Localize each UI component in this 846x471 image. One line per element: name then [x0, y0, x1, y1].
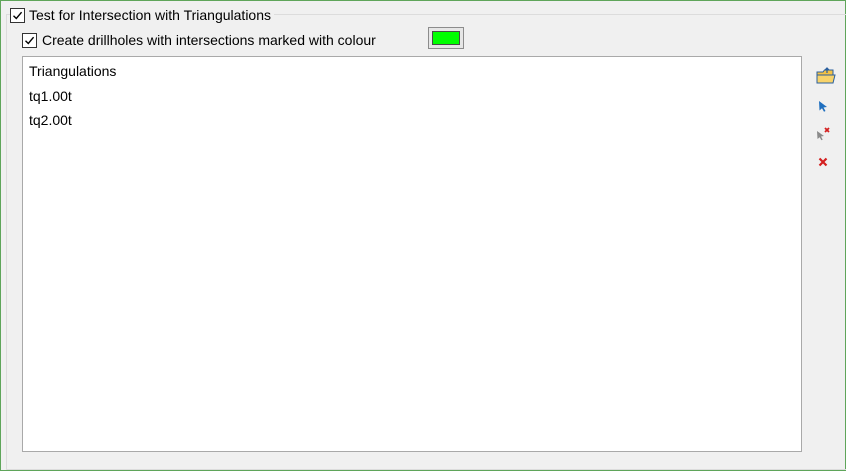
- list-header: Triangulations: [29, 63, 117, 79]
- open-folder-button[interactable]: [815, 65, 837, 87]
- triangulations-list[interactable]: Triangulations tq1.00t tq2.00t: [22, 56, 802, 452]
- select-arrow-icon: [819, 101, 827, 112]
- colour-picker-button[interactable]: [428, 27, 464, 49]
- unselect-button[interactable]: [812, 123, 834, 145]
- checkmark-icon: [25, 36, 35, 45]
- checkmark-icon: [13, 11, 23, 20]
- list-item[interactable]: tq1.00t: [29, 85, 72, 107]
- window-frame: Test for Intersection with Triangulation…: [0, 0, 846, 471]
- test-intersection-checkbox[interactable]: [10, 7, 25, 23]
- test-intersection-label: Test for Intersection with Triangulation…: [29, 7, 272, 23]
- select-button[interactable]: [812, 95, 834, 117]
- group-title-checkbox-row[interactable]: Test for Intersection with Triangulation…: [10, 5, 275, 25]
- create-drillholes-row[interactable]: Create drillholes with intersections mar…: [22, 30, 376, 50]
- unselect-arrow-icon: [817, 127, 830, 141]
- colour-swatch: [432, 31, 460, 45]
- create-drillholes-checkbox[interactable]: [22, 32, 37, 48]
- list-item[interactable]: tq2.00t: [29, 109, 72, 131]
- open-folder-icon: [816, 67, 836, 84]
- delete-button[interactable]: [812, 151, 834, 173]
- create-drillholes-label: Create drillholes with intersections mar…: [42, 32, 376, 48]
- delete-icon: [818, 157, 828, 167]
